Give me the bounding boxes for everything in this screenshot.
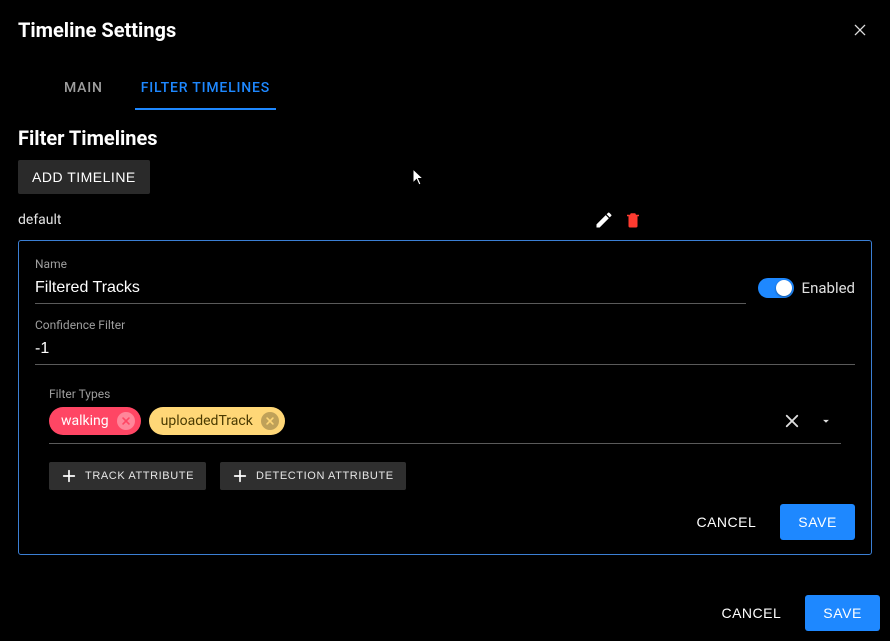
close-button[interactable] — [848, 18, 872, 42]
editor-cancel-button[interactable]: CANCEL — [682, 504, 770, 540]
clear-filter-types-button[interactable] — [779, 408, 805, 434]
filter-types-select[interactable]: walking uploadedTrack — [49, 407, 841, 444]
dialog-cancel-button[interactable]: CANCEL — [707, 595, 795, 631]
add-track-attribute-button[interactable]: TRACK ATTRIBUTE — [49, 462, 206, 490]
add-detection-attribute-button[interactable]: DETECTION ATTRIBUTE — [220, 462, 406, 490]
plus-icon — [232, 468, 248, 484]
timeline-editor: Name Enabled Confidence Filter Filter Ty… — [18, 240, 872, 555]
close-icon — [121, 416, 131, 426]
chip-remove-uploadedtrack[interactable] — [261, 412, 279, 430]
enabled-toggle[interactable] — [758, 278, 794, 298]
track-attribute-label: TRACK ATTRIBUTE — [85, 470, 194, 482]
chip-remove-walking[interactable] — [117, 412, 135, 430]
timeline-row: default — [18, 206, 872, 234]
tab-main[interactable]: MAIN — [58, 70, 109, 110]
name-field: Name — [35, 257, 746, 304]
editor-save-button[interactable]: SAVE — [780, 504, 855, 540]
pencil-icon — [594, 210, 614, 230]
filter-chip-walking: walking — [49, 407, 141, 435]
open-filter-types-dropdown[interactable] — [815, 408, 837, 434]
edit-timeline-button[interactable] — [590, 206, 618, 234]
enabled-label: Enabled — [802, 279, 855, 297]
delete-timeline-button[interactable] — [620, 206, 646, 234]
tabs: MAIN FILTER TIMELINES — [18, 70, 872, 110]
filter-types-label: Filter Types — [49, 387, 841, 401]
close-icon — [852, 22, 868, 38]
filter-chip-uploadedtrack: uploadedTrack — [149, 407, 285, 435]
close-icon — [783, 412, 801, 430]
name-label: Name — [35, 257, 746, 271]
confidence-input[interactable] — [35, 336, 855, 365]
confidence-field: Confidence Filter — [35, 318, 855, 365]
close-icon — [265, 416, 275, 426]
plus-icon — [61, 468, 77, 484]
trash-icon — [624, 210, 642, 230]
chip-label: uploadedTrack — [161, 413, 253, 429]
page-title: Timeline Settings — [18, 18, 176, 42]
name-input[interactable] — [35, 275, 746, 304]
tab-filter-timelines[interactable]: FILTER TIMELINES — [135, 70, 276, 110]
chevron-down-icon — [819, 414, 833, 428]
detection-attribute-label: DETECTION ATTRIBUTE — [256, 470, 394, 482]
section-title: Filter Timelines — [18, 126, 872, 150]
chip-label: walking — [61, 413, 109, 429]
add-timeline-button[interactable]: ADD TIMELINE — [18, 160, 150, 194]
timeline-name: default — [18, 212, 62, 228]
mouse-cursor-icon — [412, 168, 426, 188]
dialog-save-button[interactable]: SAVE — [805, 595, 880, 631]
confidence-label: Confidence Filter — [35, 318, 855, 332]
